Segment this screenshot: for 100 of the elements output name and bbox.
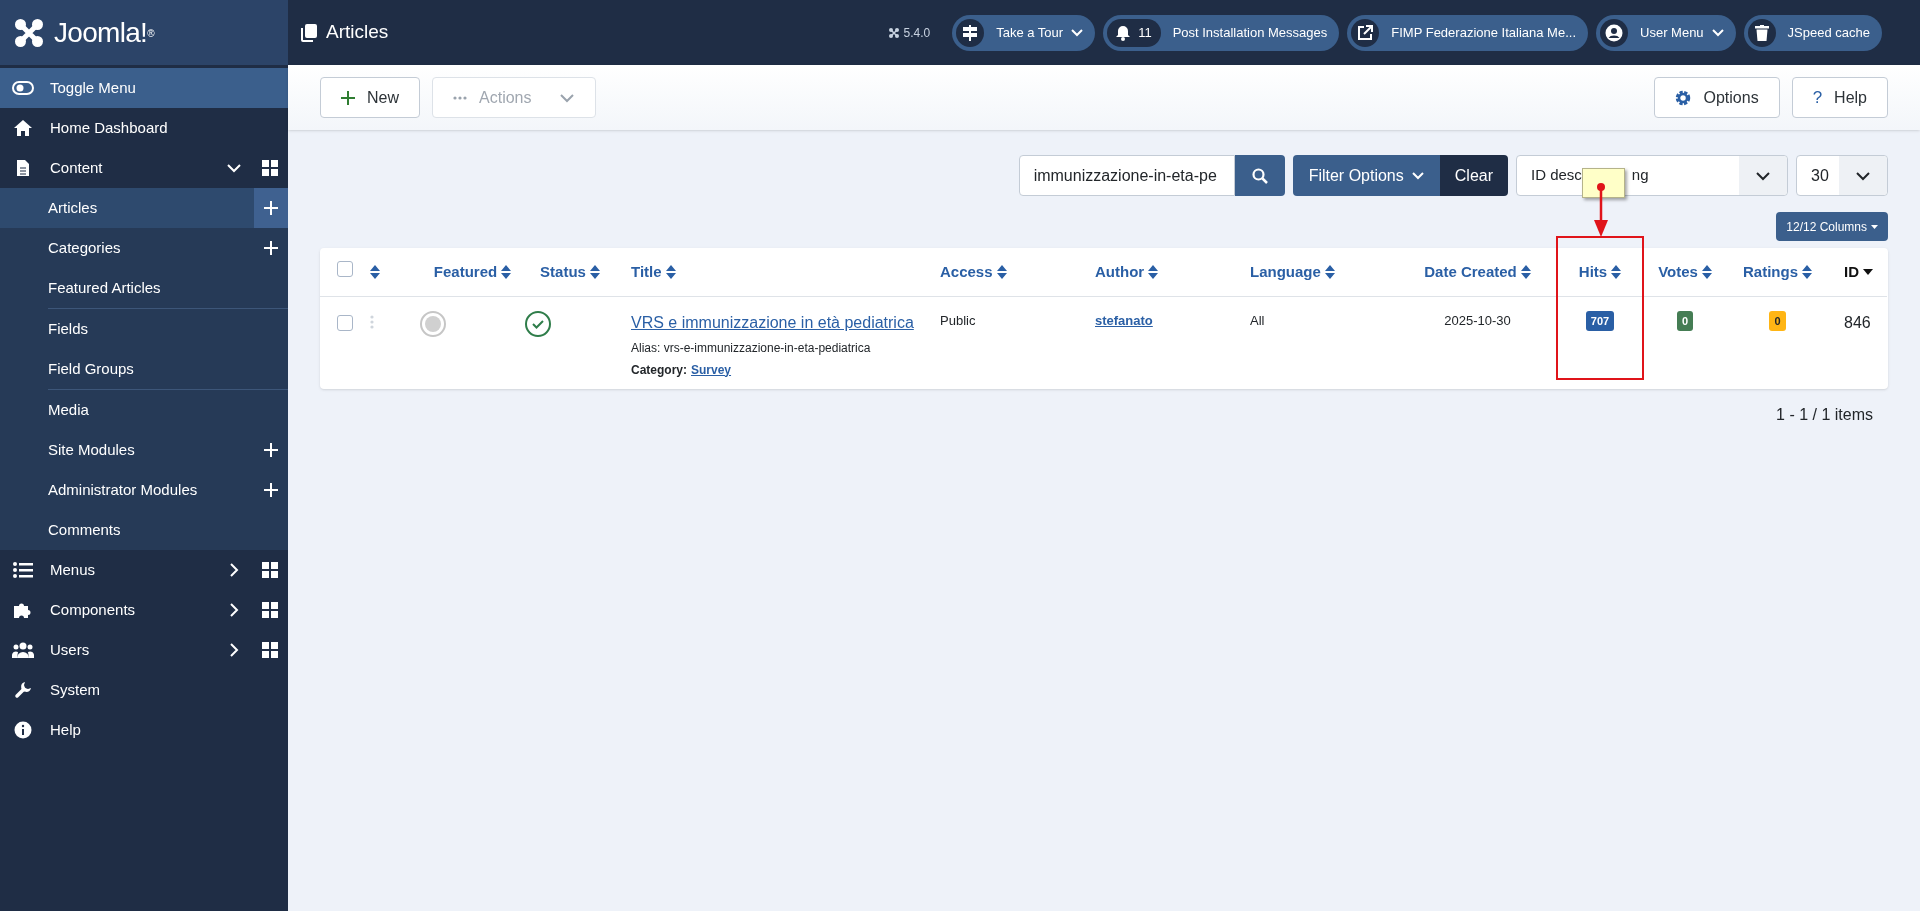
sidebar-item[interactable]: Home Dashboard xyxy=(0,108,288,148)
submenu-item[interactable]: Administrator Modules xyxy=(0,470,288,510)
filter-options-button[interactable]: Filter Options xyxy=(1292,155,1440,196)
sort-icon[interactable] xyxy=(589,264,600,279)
search-field[interactable]: immunizzazione-in-eta-pe xyxy=(1018,155,1235,196)
search-button[interactable] xyxy=(1234,155,1285,196)
wrench-icon xyxy=(14,681,32,699)
header-menu-button[interactable]: Take a Tour xyxy=(952,14,1096,51)
plus-icon xyxy=(264,483,278,497)
sort-icon[interactable] xyxy=(1520,264,1531,279)
sidebar-group-label[interactable]: Users xyxy=(50,638,226,662)
category-label: Category: xyxy=(631,361,687,379)
column-header[interactable]: Featured xyxy=(433,260,512,283)
limit-select[interactable]: 30 xyxy=(1796,155,1888,196)
sidebar-group-label[interactable]: Components xyxy=(50,598,226,622)
submenu-item[interactable]: Articles xyxy=(0,188,288,228)
column-header[interactable]: Title xyxy=(631,260,676,283)
settings-icon xyxy=(1675,89,1692,106)
plus-icon xyxy=(264,443,278,457)
column-header[interactable]: Votes xyxy=(1658,260,1712,283)
toolbar-button[interactable]: ? Help xyxy=(1791,77,1888,118)
sort-icon[interactable] xyxy=(1148,264,1159,279)
note-tooltip xyxy=(1582,168,1625,198)
article-title-link[interactable]: VRS e immunizzazione in età pediatrica xyxy=(631,310,940,335)
submenu-item[interactable]: Featured Articles xyxy=(0,268,288,308)
documents-icon xyxy=(300,22,318,43)
toolbar-button[interactable]: New xyxy=(320,77,420,118)
sort-icon[interactable] xyxy=(996,264,1007,279)
dashboard-icon[interactable] xyxy=(262,642,278,658)
sidebar-group[interactable]: Content xyxy=(0,148,288,188)
header-menu-button[interactable]: 11 Post Installation Messages xyxy=(1103,14,1340,51)
add-button[interactable] xyxy=(254,188,288,228)
published-check-icon[interactable] xyxy=(525,310,551,337)
column-header[interactable]: Status xyxy=(540,260,600,283)
external-link-icon xyxy=(1357,24,1374,41)
puzzle-icon xyxy=(13,601,33,619)
submenu-item[interactable]: Categories xyxy=(0,228,288,268)
submenu-item[interactable]: Site Modules xyxy=(0,430,288,470)
dashboard-icon[interactable] xyxy=(262,562,278,578)
sort-icon[interactable] xyxy=(1802,264,1812,279)
brand-logo-text[interactable]: Joomla!$^{®}$ xyxy=(54,18,154,47)
column-header[interactable]: Date Created xyxy=(1424,260,1531,283)
column-header[interactable]: Access xyxy=(940,260,1007,283)
column-header[interactable]: ID xyxy=(1844,260,1873,283)
sidebar-item[interactable]: Help xyxy=(0,710,288,750)
sort-icon[interactable] xyxy=(370,264,380,279)
bell-icon xyxy=(1116,24,1131,41)
info-icon xyxy=(14,721,32,739)
clear-button[interactable]: Clear xyxy=(1439,155,1508,196)
search-icon xyxy=(1251,167,1268,184)
date-text: 2025-10-30 xyxy=(1444,312,1511,328)
chevron-right-icon xyxy=(229,642,239,658)
id-text: 846 xyxy=(1843,313,1871,331)
pagination-text: 1 - 1 / 1 items xyxy=(1776,404,1873,425)
submenu-item[interactable]: Comments xyxy=(0,510,288,550)
sort-icon[interactable] xyxy=(501,264,512,279)
sidebar-item[interactable]: System xyxy=(0,670,288,710)
users-icon xyxy=(12,642,34,658)
document-icon xyxy=(16,159,30,177)
sort-icon[interactable] xyxy=(665,264,676,279)
select-all-checkbox[interactable] xyxy=(337,260,353,277)
sort-descending-icon[interactable] xyxy=(1863,268,1873,275)
sort-icon[interactable] xyxy=(1701,264,1712,279)
category-link[interactable]: Survey xyxy=(691,360,732,379)
column-header[interactable]: Author xyxy=(1095,260,1159,283)
sidebar-group-label[interactable]: Content xyxy=(50,156,226,180)
author-link[interactable]: stefanato xyxy=(1095,312,1153,328)
dashboard-icon[interactable] xyxy=(262,602,278,618)
header-menu-button[interactable]: FIMP Federazione Italiana Me... xyxy=(1347,14,1588,51)
language-text: All xyxy=(1250,312,1265,328)
chevron-right-icon xyxy=(229,562,239,578)
count-badge: 707 xyxy=(1585,310,1615,331)
columns-button[interactable]: 12/12 Columns xyxy=(1776,212,1888,241)
page-title: Articles xyxy=(326,20,389,45)
sort-icon[interactable] xyxy=(1324,264,1335,279)
column-header[interactable]: Ratings xyxy=(1743,260,1812,283)
toggle-icon xyxy=(12,81,34,95)
sidebar-group-label[interactable]: Menus xyxy=(50,558,226,582)
toolbar-button[interactable]: Options xyxy=(1654,77,1780,118)
version-text: 5.4.0 xyxy=(903,24,931,42)
submenu-item[interactable]: Media xyxy=(0,390,288,430)
column-header[interactable]: Language xyxy=(1250,260,1335,283)
chevron-down-icon xyxy=(1755,170,1771,181)
caret-down-icon xyxy=(1871,224,1878,229)
submenu-item[interactable]: Fields xyxy=(0,309,288,349)
dashboard-icon[interactable] xyxy=(262,160,278,176)
sort-icon[interactable] xyxy=(1611,264,1622,279)
sidebar-group[interactable]: Components xyxy=(0,590,288,630)
sidebar-group[interactable]: Users xyxy=(0,630,288,670)
header-menu-button[interactable]: JSpeed cache xyxy=(1743,14,1882,51)
row-checkbox[interactable] xyxy=(337,314,353,331)
toggle-menu-button[interactable]: Toggle Menu xyxy=(0,68,288,108)
chevron-down-icon xyxy=(1411,171,1424,180)
header-menu-button[interactable]: User Menu xyxy=(1596,14,1736,51)
drag-handle-icon[interactable] xyxy=(370,314,374,329)
alias-text: Alias: vrs-e-immunizzazione-in-eta-pediatrica xyxy=(631,339,872,357)
plus-icon xyxy=(341,90,355,105)
sidebar-group[interactable]: Menus xyxy=(0,550,288,590)
column-header[interactable]: Hits xyxy=(1578,260,1622,283)
submenu-item[interactable]: Field Groups xyxy=(0,349,288,389)
